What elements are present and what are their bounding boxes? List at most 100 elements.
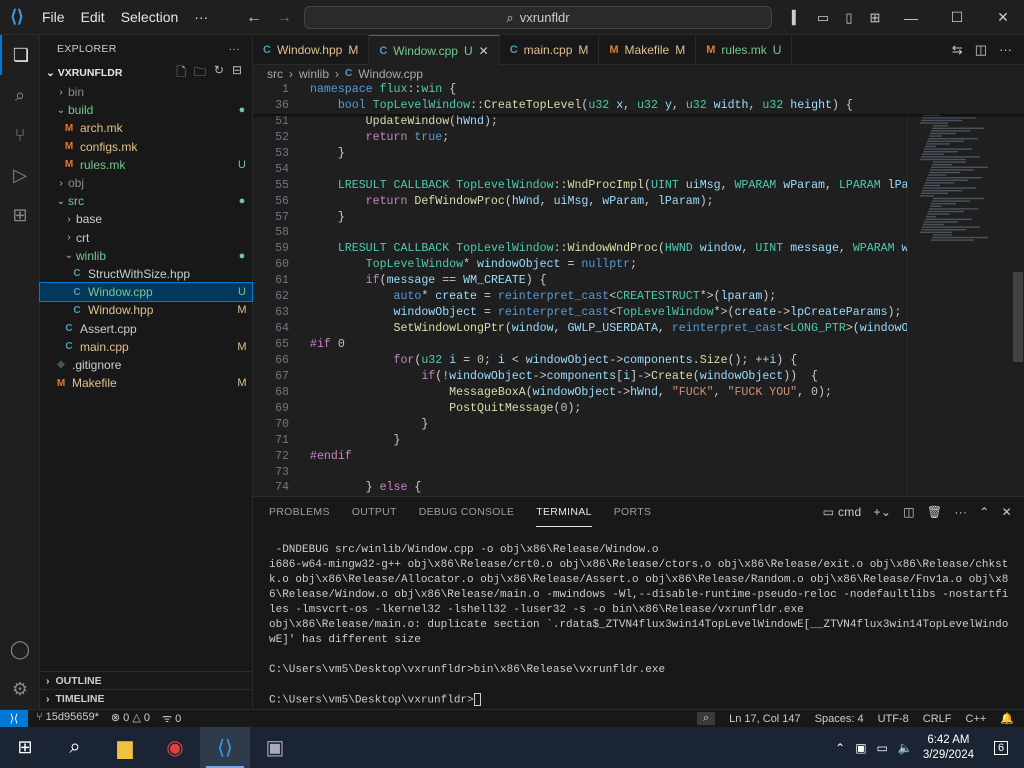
manage-gear-icon[interactable]: ⚙ xyxy=(0,669,40,709)
vscode-taskbar-icon[interactable]: ⟨⟩ xyxy=(200,727,250,768)
close-tab-icon[interactable]: ✕ xyxy=(479,44,489,58)
terminal-output[interactable]: -DNDEBUG src/winlib/Window.cpp -o obj\x8… xyxy=(269,543,1014,708)
problems-summary[interactable]: ⊗ 0 △ 0 xyxy=(111,711,150,726)
split-editor-icon[interactable]: ◫ xyxy=(975,42,987,58)
tab-output[interactable]: OUTPUT xyxy=(352,497,397,527)
new-folder-icon[interactable]: 🗀 xyxy=(194,63,206,84)
run-debug-icon[interactable]: ▷ xyxy=(0,155,40,195)
app-window-icon[interactable]: ▣ xyxy=(250,727,300,768)
minimize-icon[interactable]: — xyxy=(888,10,934,26)
back-arrow-icon[interactable]: ← xyxy=(246,9,262,27)
collapse-all-icon[interactable]: ⊟ xyxy=(232,63,242,84)
sticky-scroll[interactable]: 1 namespace flux::win {36 bool TopLevelWi… xyxy=(253,82,1024,114)
menu-file[interactable]: File xyxy=(34,9,73,25)
maximize-icon[interactable]: ☐ xyxy=(934,9,980,26)
kill-terminal-icon[interactable]: 🗑 xyxy=(927,505,943,519)
source-control-icon[interactable]: ⑂ xyxy=(0,115,40,155)
ports-summary[interactable]: ᯤ 0 xyxy=(162,711,181,726)
menu-more-icon[interactable]: ··· xyxy=(186,9,216,25)
remote-indicator-icon[interactable]: ⟩⟨ xyxy=(0,709,28,728)
tree-item[interactable]: › bin xyxy=(40,83,252,101)
tree-item[interactable]: M Makefile M xyxy=(40,374,252,392)
accounts-icon[interactable]: ◯ xyxy=(0,629,40,669)
tray-app-icon[interactable]: ▣ xyxy=(855,741,866,755)
network-icon[interactable]: ▭ xyxy=(877,741,888,755)
menu-selection[interactable]: Selection xyxy=(113,9,187,25)
tree-item[interactable]: ⌄ build ● xyxy=(40,101,252,119)
tree-item[interactable]: C Assert.cpp xyxy=(40,319,252,337)
tree-item[interactable]: C Window.cpp U xyxy=(39,282,253,303)
toggle-primary-sidebar-icon[interactable]: ▍ xyxy=(784,10,810,26)
tree-item[interactable]: › base xyxy=(40,210,252,228)
customize-layout-icon[interactable]: ⊞ xyxy=(862,10,888,26)
tree-item[interactable]: C Window.hpp M xyxy=(40,301,252,319)
zoom-icon[interactable]: ⌕ xyxy=(696,712,716,725)
tab-window-hpp[interactable]: C Window.hpp M xyxy=(253,35,370,65)
extensions-icon[interactable]: ⊞ xyxy=(0,195,40,235)
tree-item[interactable]: › obj xyxy=(40,174,252,192)
toggle-panel-icon[interactable]: ▭ xyxy=(810,10,836,26)
command-center-search[interactable]: ⌕ vxrunfldr xyxy=(304,6,772,29)
language-mode[interactable]: C++ xyxy=(966,713,987,725)
line-ending[interactable]: CRLF xyxy=(923,713,952,725)
close-panel-icon[interactable]: ✕ xyxy=(1002,505,1012,519)
tab-terminal[interactable]: TERMINAL xyxy=(536,497,592,527)
tree-item[interactable]: › crt xyxy=(40,229,252,247)
tab-problems[interactable]: PROBLEMS xyxy=(269,497,330,527)
indentation[interactable]: Spaces: 4 xyxy=(815,713,864,725)
timeline-section[interactable]: › TIMELINE xyxy=(40,689,253,707)
explorer-icon[interactable]: ❏ xyxy=(0,35,40,75)
panel-more-icon[interactable]: ··· xyxy=(954,505,967,519)
tray-expand-icon[interactable]: ⌃ xyxy=(835,741,845,755)
tab-window-cpp[interactable]: C Window.cpp U ✕ xyxy=(369,35,500,65)
more-actions-icon[interactable]: ··· xyxy=(999,42,1012,57)
clock[interactable]: 6:42 AM 3/29/2024 xyxy=(923,733,974,763)
start-windows-icon[interactable]: ⊞ xyxy=(0,727,50,768)
maximize-panel-icon[interactable]: ⌃ xyxy=(979,505,989,519)
tab-debug-console[interactable]: DEBUG CONSOLE xyxy=(419,497,515,527)
workspace-root[interactable]: ⌄ VXRUNFLDR 🗋 🗀 ↻ ⊟ xyxy=(40,63,252,83)
outline-section[interactable]: › OUTLINE xyxy=(40,671,253,689)
code-line[interactable]: 36 bool TopLevelWindow::CreateTopLevel(u… xyxy=(253,97,1024,114)
encoding[interactable]: UTF-8 xyxy=(878,713,909,725)
volume-icon[interactable]: 🔈 xyxy=(898,741,913,755)
tree-item[interactable]: ⌄ src ● xyxy=(40,192,252,210)
file-explorer-icon[interactable]: ▆ xyxy=(100,727,150,768)
breadcrumb-file[interactable]: Window.cpp xyxy=(358,67,423,81)
new-terminal-icon[interactable]: +⌄ xyxy=(874,505,892,519)
new-file-icon[interactable]: 🗋 xyxy=(176,63,186,84)
taskbar-search-icon[interactable]: ⌕ xyxy=(50,727,100,768)
breadcrumb-winlib[interactable]: winlib xyxy=(299,67,329,81)
compare-changes-icon[interactable]: ⇆ xyxy=(952,42,963,58)
menu-edit[interactable]: Edit xyxy=(73,9,113,25)
forward-arrow-icon[interactable]: → xyxy=(276,9,292,27)
refresh-icon[interactable]: ↻ xyxy=(214,63,224,84)
scrollbar-thumb[interactable] xyxy=(1013,272,1023,362)
tab-makefile[interactable]: M Makefile M xyxy=(599,35,697,65)
vscode-logo-icon[interactable]: ⟨⟩ xyxy=(0,0,34,35)
tree-item[interactable]: ◆ .gitignore xyxy=(40,356,252,374)
tab-ports[interactable]: PORTS xyxy=(614,497,651,527)
editor-scrollbar[interactable] xyxy=(1012,82,1024,496)
notifications-bell-icon[interactable]: 🔔 xyxy=(1000,712,1014,725)
code-line[interactable]: 1 namespace flux::win { xyxy=(253,82,1024,98)
tree-item[interactable]: C StructWithSize.hpp xyxy=(40,265,252,283)
minimap[interactable] xyxy=(907,82,1010,496)
tree-item[interactable]: Cmain.cpp M xyxy=(40,338,252,356)
search-view-icon[interactable]: ⌕ xyxy=(0,75,40,115)
terminal-shell-selector[interactable]: ▭ cmd xyxy=(823,505,862,519)
explorer-more-icon[interactable]: ··· xyxy=(229,43,240,55)
breadcrumb-src[interactable]: src xyxy=(267,67,283,81)
tree-item[interactable]: ⌄ winlib ● xyxy=(40,247,252,265)
cursor-position[interactable]: Ln 17, Col 147 xyxy=(729,713,801,725)
tab-main-cpp[interactable]: Cmain.cpp M xyxy=(500,35,600,65)
tree-item[interactable]: Mconfigs.mk xyxy=(40,138,252,156)
tree-item[interactable]: March.mk xyxy=(40,119,252,137)
toggle-secondary-sidebar-icon[interactable]: ▯ xyxy=(836,10,862,26)
action-center-icon[interactable]: 6 xyxy=(984,727,1018,768)
close-window-icon[interactable]: ✕ xyxy=(980,9,1024,26)
split-terminal-icon[interactable]: ◫ xyxy=(903,505,915,519)
git-branch[interactable]: ⑂ 15d95659* xyxy=(36,711,99,726)
tab-rules-mk[interactable]: Mrules.mk U xyxy=(696,35,793,65)
tree-item[interactable]: Mrules.mk U xyxy=(40,156,252,174)
